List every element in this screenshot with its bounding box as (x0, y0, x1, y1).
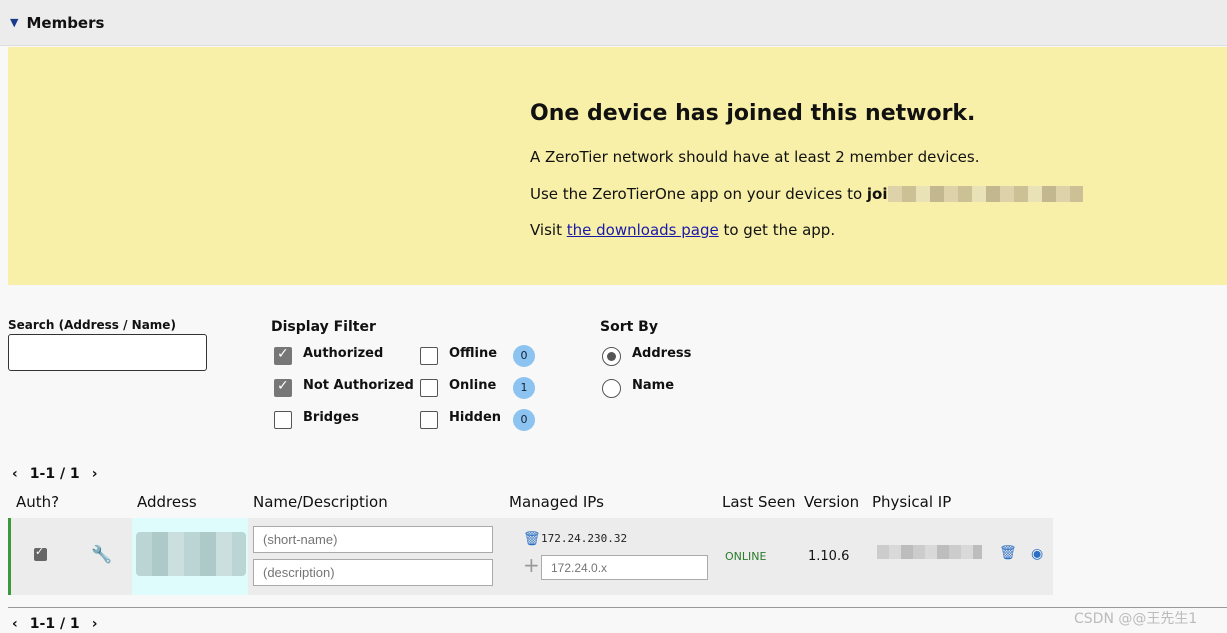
filter-authorized-checkbox[interactable] (274, 346, 292, 365)
table-divider (8, 607, 1227, 608)
physical-ip-redacted (877, 545, 982, 559)
sort-address-label: Address (632, 346, 692, 361)
hidden-count-badge: 0 (513, 409, 535, 431)
filter-offline-label: Offline (449, 346, 498, 361)
notice-visit-text: Visit (530, 221, 567, 239)
pager-range: 1-1 / 1 (29, 616, 80, 632)
filter-hidden-label: Hidden (449, 410, 502, 425)
notice-line-min-devices: A ZeroTier network should have at least … (530, 148, 980, 166)
network-id-redacted (887, 186, 1083, 202)
chevron-right-icon[interactable]: › (92, 616, 98, 632)
header-address: Address (137, 493, 197, 511)
member-address-cell (132, 518, 248, 595)
filter-not-authorized-checkbox[interactable] (274, 378, 292, 397)
wrench-icon[interactable]: 🔧 (91, 545, 112, 565)
header-auth: Auth? (16, 493, 60, 511)
network-id-partial: joi (866, 185, 888, 203)
filter-online-checkbox[interactable] (420, 379, 438, 397)
header-managed-ips: Managed IPs (509, 493, 604, 511)
description-input[interactable] (253, 559, 493, 586)
online-count-badge: 1 (513, 377, 535, 399)
filter-not-authorized-label: Not Authorized (303, 378, 414, 393)
header-name-description: Name/Description (253, 493, 388, 511)
filter-hidden-checkbox[interactable] (420, 411, 438, 429)
delete-member-trash-icon[interactable]: 🗑 (999, 545, 1017, 561)
downloads-page-link[interactable]: the downloads page (567, 221, 719, 239)
member-version: 1.10.6 (808, 549, 850, 564)
display-filter-title: Display Filter (271, 319, 376, 335)
join-notice-banner: One device has joined this network. A Ze… (8, 47, 1227, 285)
sort-name-label: Name (632, 378, 675, 393)
members-section-header[interactable]: ▼ Members (0, 0, 1227, 46)
plus-icon[interactable]: + (523, 555, 540, 575)
sort-by-title: Sort By (600, 319, 658, 335)
table-row: 🔧 🗑 172.24.230.32 + ONLINE 1.10.6 🗑 ◉ (8, 518, 1053, 595)
search-input[interactable] (8, 334, 207, 371)
notice-get-app-text: to get the app. (718, 221, 836, 239)
add-ip-input[interactable] (541, 555, 708, 580)
chevron-left-icon[interactable]: ‹ (12, 616, 18, 632)
member-address-redacted (136, 532, 246, 576)
short-name-input[interactable] (253, 526, 493, 553)
header-version: Version (804, 493, 860, 511)
managed-ip: 172.24.230.32 (541, 532, 628, 545)
offline-count-badge: 0 (513, 345, 535, 367)
notice-line-downloads: Visit the downloads page to get the app. (530, 221, 835, 239)
header-last-seen: Last Seen (722, 493, 796, 511)
notice-line-join: Use the ZeroTierOne app on your devices … (530, 185, 1083, 203)
chevron-right-icon[interactable]: › (92, 466, 98, 482)
chevron-left-icon[interactable]: ‹ (12, 466, 18, 482)
authorize-checkbox[interactable] (34, 545, 47, 561)
watermark: CSDN @@王先生1 (1074, 611, 1198, 627)
sort-address-radio[interactable] (602, 347, 621, 366)
header-physical-ip: Physical IP (872, 493, 952, 511)
sort-name-radio[interactable] (602, 379, 621, 398)
filter-bridges-label: Bridges (303, 410, 359, 425)
filter-offline-checkbox[interactable] (420, 347, 438, 365)
filter-online-label: Online (449, 378, 497, 393)
filter-authorized-label: Authorized (303, 346, 384, 361)
pager-range: 1-1 / 1 (29, 466, 80, 482)
filter-bridges-checkbox[interactable] (274, 411, 292, 429)
pager-bottom: ‹ 1-1 / 1 › (12, 616, 97, 632)
search-label: Search (Address / Name) (8, 318, 176, 332)
notice-heading: One device has joined this network. (530, 101, 976, 126)
pager-top: ‹ 1-1 / 1 › (12, 466, 97, 482)
trash-icon[interactable]: 🗑 (523, 531, 541, 547)
hide-eye-icon[interactable]: ◉ (1031, 546, 1043, 562)
section-title: Members (26, 13, 105, 32)
chevron-down-icon[interactable]: ▼ (10, 16, 18, 29)
last-seen-status: ONLINE (725, 550, 767, 563)
notice-join-text: Use the ZeroTierOne app on your devices … (530, 185, 867, 203)
